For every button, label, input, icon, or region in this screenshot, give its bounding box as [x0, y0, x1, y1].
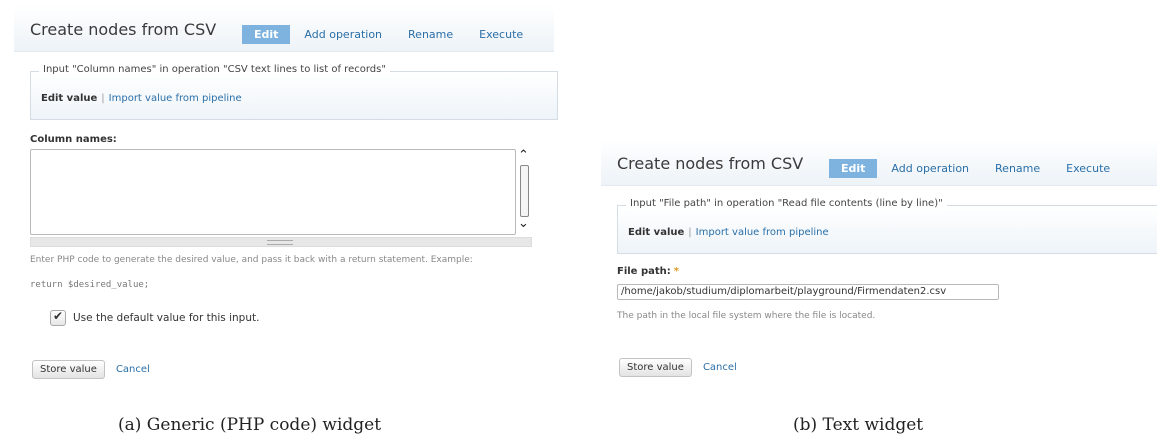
checkbox-label: Use the default value for this input.	[73, 312, 260, 324]
link-separator: |	[101, 93, 105, 104]
fieldset-legend: Input "File path" in operation "Read fil…	[626, 198, 947, 209]
default-value-option: ✔ Use the default value for this input.	[50, 309, 260, 326]
tab-edit[interactable]: Edit	[242, 24, 291, 44]
resize-grippie[interactable]	[30, 237, 532, 247]
php-description: Enter PHP code to generate the desired v…	[30, 255, 473, 265]
tab-rename[interactable]: Rename	[408, 28, 453, 41]
textarea-scrollbar[interactable]: ⌃ ⌄	[516, 149, 532, 237]
file-path-label-text: File path:	[617, 266, 671, 277]
value-source-links: Edit value | Import value from pipeline	[628, 227, 829, 238]
caption-a: (a) Generic (PHP code) widget	[118, 415, 382, 435]
text-widget-panel: Create nodes from CSV Edit Add operation…	[601, 139, 1157, 401]
file-path-input[interactable]	[617, 284, 999, 300]
required-marker: *	[673, 266, 679, 277]
column-names-label: Column names:	[30, 134, 117, 145]
tab-add-operation[interactable]: Add operation	[891, 162, 969, 175]
generic-widget-panel: Create nodes from CSV Edit Add operation…	[14, 5, 558, 401]
tab-execute[interactable]: Execute	[479, 28, 523, 41]
caption-b: (b) Text widget	[793, 415, 924, 435]
chevron-down-icon[interactable]: ⌄	[518, 217, 529, 230]
panel-header: Create nodes from CSV Edit Add operation…	[601, 139, 1157, 186]
input-fieldset: Input "File path" in operation "Read fil…	[617, 198, 1157, 254]
chevron-up-icon[interactable]: ⌃	[518, 149, 529, 162]
scroll-thumb[interactable]	[520, 165, 529, 217]
link-separator: |	[688, 227, 692, 238]
form-actions: Store value Cancel	[32, 360, 150, 379]
tab-bar: Edit Add operation Rename Execute	[242, 23, 549, 45]
file-path-description: The path in the local file system where …	[617, 311, 876, 321]
edit-value-label: Edit value	[41, 93, 98, 104]
cancel-link[interactable]: Cancel	[116, 364, 150, 375]
store-value-button[interactable]: Store value	[619, 358, 692, 377]
cancel-link[interactable]: Cancel	[703, 362, 737, 373]
grip-lines-icon	[267, 240, 293, 245]
import-value-link[interactable]: Import value from pipeline	[696, 227, 829, 238]
value-source-links: Edit value | Import value from pipeline	[41, 93, 242, 104]
checkmark-icon: ✔	[53, 309, 64, 323]
file-path-label: File path: *	[617, 266, 679, 277]
fieldset-legend: Input "Column names" in operation "CSV t…	[39, 64, 390, 75]
column-names-textarea[interactable]	[30, 149, 516, 235]
tab-add-operation[interactable]: Add operation	[304, 28, 382, 41]
page-title: Create nodes from CSV	[617, 154, 804, 173]
page-title: Create nodes from CSV	[30, 20, 217, 39]
code-example: return $desired_value;	[30, 280, 150, 290]
panel-header: Create nodes from CSV Edit Add operation…	[14, 5, 554, 52]
store-value-button[interactable]: Store value	[32, 360, 105, 379]
input-fieldset: Input "Column names" in operation "CSV t…	[30, 64, 558, 120]
edit-value-label: Edit value	[628, 227, 685, 238]
default-value-checkbox[interactable]: ✔	[50, 309, 66, 326]
tab-execute[interactable]: Execute	[1066, 162, 1110, 175]
tab-rename[interactable]: Rename	[995, 162, 1040, 175]
import-value-link[interactable]: Import value from pipeline	[109, 93, 242, 104]
form-actions: Store value Cancel	[619, 358, 737, 377]
tab-bar: Edit Add operation Rename Execute	[829, 157, 1136, 179]
tab-edit[interactable]: Edit	[829, 158, 878, 178]
